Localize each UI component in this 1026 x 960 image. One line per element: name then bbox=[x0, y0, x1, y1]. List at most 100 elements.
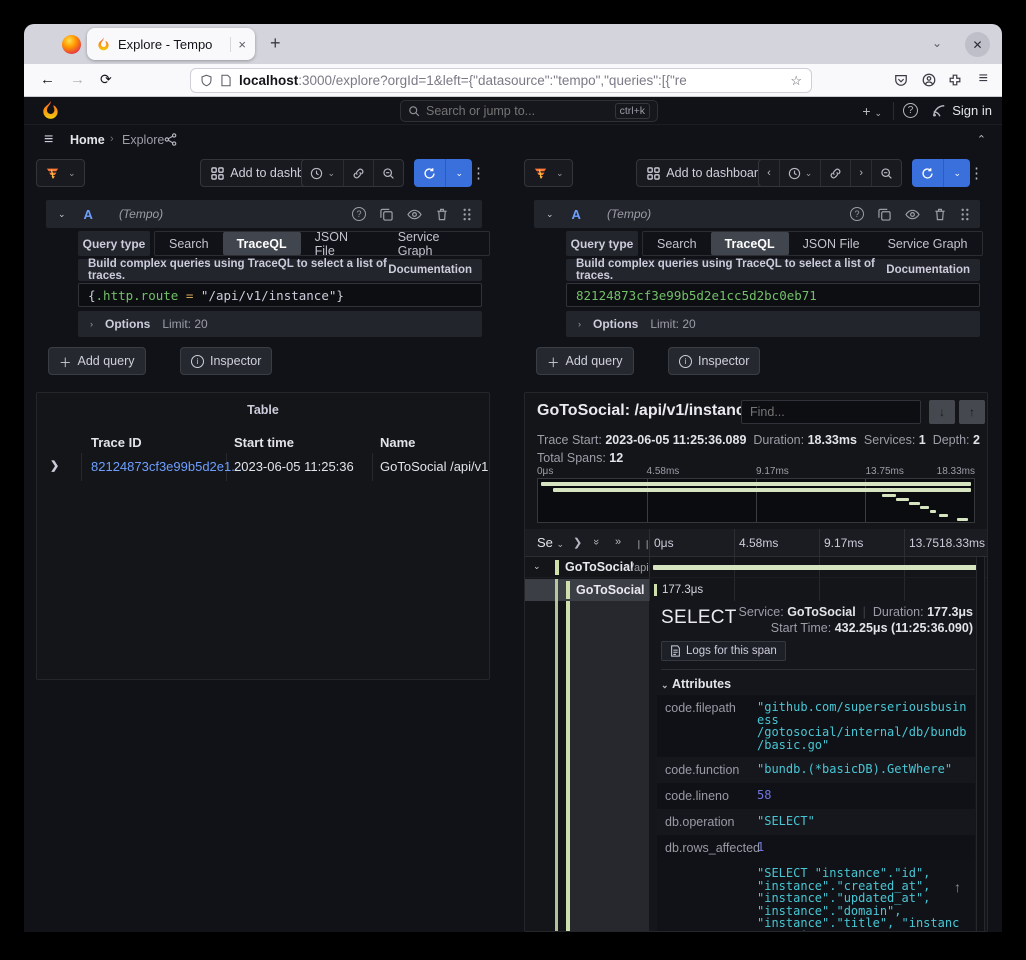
pane-kebab-menu[interactable]: ⋮ bbox=[467, 164, 490, 182]
duplicate-query-icon[interactable] bbox=[878, 208, 891, 221]
expand-all-icon[interactable]: » bbox=[615, 536, 621, 548]
add-query-button[interactable]: ＋Add query bbox=[536, 347, 634, 375]
traceql-query-input[interactable]: 82124873cf3e99b5d2e1cc5d2bc0eb71 bbox=[566, 283, 980, 307]
attribute-row-db-statement[interactable]: "SELECT "instance"."id", "instance"."cre… bbox=[657, 861, 975, 932]
query-help-icon[interactable]: ? bbox=[352, 207, 366, 221]
tab-close-icon[interactable]: × bbox=[230, 37, 246, 52]
span-service-name[interactable]: GoToSocial bbox=[565, 560, 634, 574]
column-header-trace-id[interactable]: Trace ID bbox=[91, 435, 142, 450]
query-type-tab-traceql[interactable]: TraceQL bbox=[711, 232, 789, 255]
query-type-tab-json-file[interactable]: JSON File bbox=[301, 232, 384, 255]
account-icon[interactable] bbox=[922, 73, 936, 87]
query-row-header[interactable]: ⌄ A (Tempo) ? bbox=[46, 200, 482, 228]
collapse-all-icon[interactable]: » bbox=[590, 539, 602, 545]
span-row-root[interactable]: ⌄ GoToSocial /api/ bbox=[525, 557, 987, 578]
datasource-picker[interactable]: ⌄ bbox=[524, 159, 573, 187]
drag-handle-icon[interactable] bbox=[462, 208, 472, 221]
menu-icon[interactable]: ≡ bbox=[979, 70, 988, 88]
span-collapse-chevron-icon[interactable]: ⌄ bbox=[533, 561, 541, 572]
query-ref-id[interactable]: A bbox=[572, 207, 581, 222]
search-box[interactable]: ctrl+k bbox=[400, 100, 658, 122]
add-to-dashboard-button[interactable]: Add to dashboard bbox=[636, 159, 776, 187]
span-duration-bar[interactable] bbox=[653, 565, 981, 570]
expand-row-chevron-icon[interactable]: ❯ bbox=[50, 459, 59, 472]
new-tab-button[interactable]: + bbox=[270, 33, 281, 54]
table-row[interactable]: ❯ 82124873cf3e99b5d2e1... 2023-06-05 11:… bbox=[37, 453, 489, 481]
reload-icon[interactable]: ⟳ bbox=[100, 71, 112, 88]
page-info-icon[interactable] bbox=[220, 74, 232, 87]
back-icon[interactable]: ← bbox=[40, 71, 55, 88]
find-next-button[interactable]: ↓ bbox=[929, 400, 955, 424]
zoom-out-button[interactable] bbox=[373, 160, 403, 186]
query-type-tab-service-graph[interactable]: Service Graph bbox=[874, 232, 982, 255]
query-collapse-chevron-icon[interactable]: ⌄ bbox=[58, 209, 66, 220]
link-split-button[interactable] bbox=[343, 160, 373, 186]
inspector-button[interactable]: i Inspector bbox=[668, 347, 760, 375]
query-collapse-chevron-icon[interactable]: ⌄ bbox=[546, 209, 554, 220]
column-header-name[interactable]: Name bbox=[380, 435, 415, 450]
query-ref-id[interactable]: A bbox=[84, 207, 93, 222]
attribute-row[interactable]: code.function "bundb.(*basicDB).GetWhere… bbox=[657, 757, 975, 783]
breadcrumb-current[interactable]: Explore bbox=[122, 133, 164, 147]
disable-query-eye-icon[interactable] bbox=[905, 208, 920, 221]
scrollbar-track[interactable] bbox=[976, 557, 985, 931]
search-input[interactable] bbox=[426, 104, 609, 118]
column-header-start-time[interactable]: Start time bbox=[234, 435, 294, 450]
drag-handle-icon[interactable] bbox=[960, 208, 970, 221]
disable-query-eye-icon[interactable] bbox=[407, 208, 422, 221]
query-options-row[interactable]: › Options Limit: 20 bbox=[78, 311, 482, 337]
find-input[interactable] bbox=[741, 400, 921, 424]
time-picker-button[interactable]: ⌄ bbox=[779, 160, 821, 186]
pane-kebab-menu[interactable]: ⋮ bbox=[965, 164, 988, 182]
duplicate-query-icon[interactable] bbox=[380, 208, 393, 221]
traceql-query-input[interactable]: {.http.route = "/api/v1/instance"} bbox=[78, 283, 482, 307]
news-rss-icon[interactable] bbox=[932, 104, 946, 118]
shield-permissions-icon[interactable] bbox=[200, 74, 213, 87]
span-service-name[interactable]: GoToSocial bbox=[576, 583, 645, 597]
url-bar[interactable]: localhost:3000/explore?orgId=1&left={"da… bbox=[190, 68, 812, 93]
pocket-icon[interactable] bbox=[894, 73, 908, 87]
extensions-icon[interactable] bbox=[948, 73, 962, 87]
time-picker-button[interactable]: ⌄ bbox=[302, 160, 343, 186]
run-query-button[interactable]: ⌄ bbox=[414, 159, 472, 187]
attributes-section-header[interactable]: ⌄ Attributes bbox=[661, 677, 731, 691]
trace-minimap[interactable] bbox=[537, 478, 975, 523]
breadcrumb-home[interactable]: Home bbox=[70, 133, 105, 147]
inspector-button[interactable]: i Inspector bbox=[180, 347, 272, 375]
attribute-row[interactable]: code.filepath "github.com/superseriousbu… bbox=[657, 695, 975, 757]
bookmark-star-icon[interactable]: ☆ bbox=[790, 73, 802, 89]
run-query-button[interactable]: ⌄ bbox=[912, 159, 970, 187]
time-shift-forward-button[interactable]: › bbox=[850, 160, 871, 186]
add-menu-button[interactable]: + ⌄ bbox=[862, 103, 882, 119]
query-type-tab-service-graph[interactable]: Service Graph bbox=[384, 232, 489, 255]
collapse-one-icon[interactable]: ❯ bbox=[573, 536, 582, 549]
delete-query-trash-icon[interactable] bbox=[436, 208, 448, 221]
documentation-link[interactable]: Documentation bbox=[886, 264, 970, 276]
zoom-out-button[interactable] bbox=[871, 160, 901, 186]
attribute-row[interactable]: db.rows_affected 1 bbox=[657, 835, 975, 861]
delete-query-trash-icon[interactable] bbox=[934, 208, 946, 221]
firefox-icon[interactable] bbox=[62, 35, 81, 54]
query-help-icon[interactable]: ? bbox=[850, 207, 864, 221]
collapse-toolbar-chevron-icon[interactable]: ⌃ bbox=[977, 133, 986, 146]
mega-menu-icon[interactable]: ≡ bbox=[44, 131, 53, 149]
share-icon[interactable] bbox=[164, 133, 177, 146]
browser-tab[interactable]: Explore - Tempo × bbox=[87, 28, 255, 60]
sign-in-link[interactable]: Sign in bbox=[952, 103, 992, 118]
scroll-to-top-icon[interactable]: ↑ bbox=[954, 879, 961, 895]
trace-id-link[interactable]: 82124873cf3e99b5d2e1... bbox=[91, 459, 242, 474]
forward-icon[interactable]: → bbox=[70, 71, 85, 88]
time-shift-back-button[interactable]: ‹ bbox=[759, 160, 779, 186]
logs-for-span-button[interactable]: Logs for this span bbox=[661, 641, 786, 661]
attribute-row[interactable]: code.lineno 58 bbox=[657, 783, 975, 809]
documentation-link[interactable]: Documentation bbox=[388, 264, 472, 276]
query-type-tab-search[interactable]: Search bbox=[155, 232, 223, 255]
find-prev-button[interactable]: ↑ bbox=[959, 400, 985, 424]
grafana-logo-icon[interactable] bbox=[40, 100, 61, 121]
tab-list-chevron-icon[interactable]: ⌄ bbox=[932, 36, 942, 50]
window-close-button[interactable]: ✕ bbox=[965, 32, 990, 57]
query-row-header[interactable]: ⌄ A (Tempo) ? bbox=[534, 200, 980, 228]
attribute-row[interactable]: db.operation "SELECT" bbox=[657, 809, 975, 835]
span-row-selected[interactable]: GoToSocial 177.3μs bbox=[525, 579, 987, 601]
datasource-picker[interactable]: ⌄ bbox=[36, 159, 85, 187]
